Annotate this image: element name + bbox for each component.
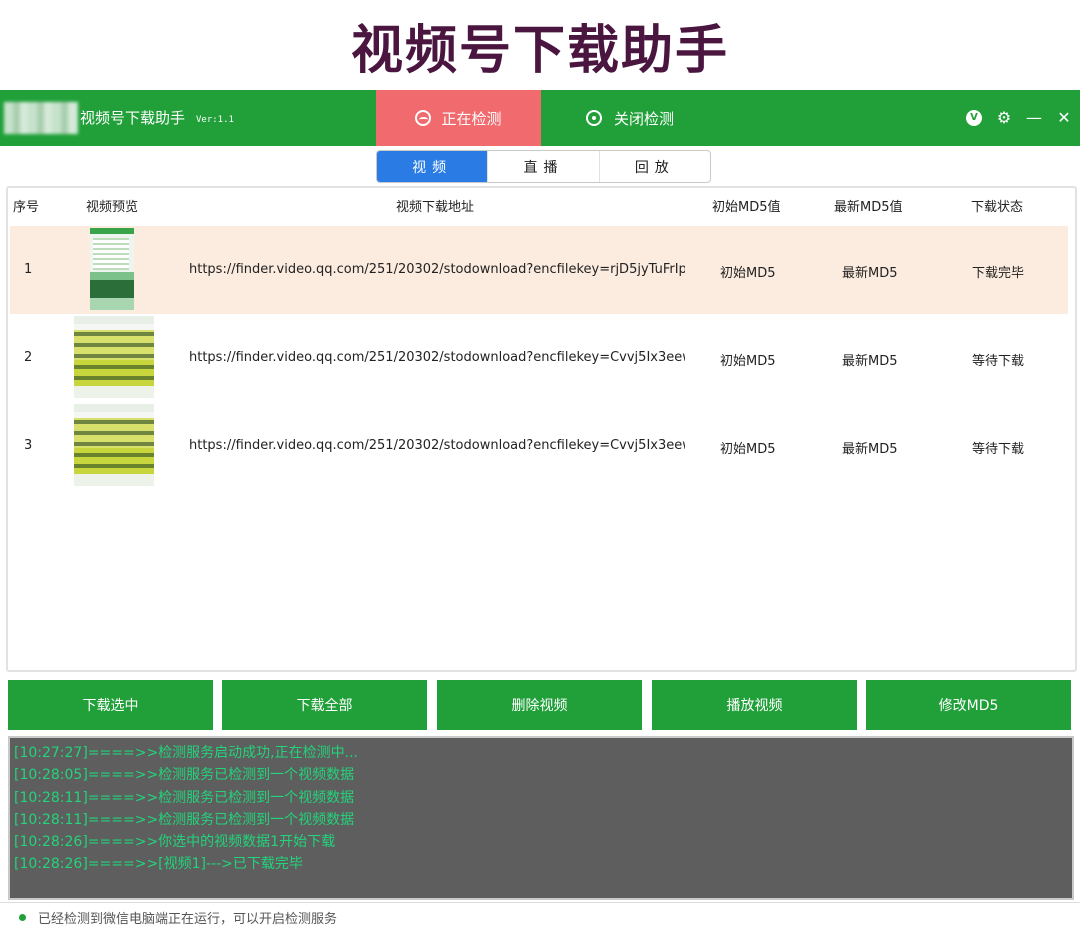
log-line: [10:28:11]====>>检测服务已检测到一个视频数据 bbox=[14, 789, 355, 806]
row-md5-initial: 初始MD5 bbox=[720, 266, 776, 281]
segment-video[interactable]: 视频 bbox=[377, 151, 489, 182]
log-line: [10:28:05]====>>检测服务已检测到一个视频数据 bbox=[14, 767, 355, 784]
table-header: 序号 视频预览 视频下载地址 初始MD5值 最新MD5值 下载状态 bbox=[8, 196, 1075, 220]
page-banner-title: 视频号下载助手 bbox=[350, 19, 729, 81]
log-line: [10:27:27]====>>检测服务启动成功,正在检测中... bbox=[14, 745, 358, 761]
app-titlebar: 视频号下载助手 Ver:1.1 正在检测 关闭检测 V ⚙ — ✕ bbox=[0, 90, 1080, 146]
tab-detecting[interactable]: 正在检测 bbox=[376, 90, 541, 146]
video-thumbnail[interactable] bbox=[74, 316, 154, 398]
download-selected-button[interactable]: 下载选中 bbox=[8, 680, 213, 730]
row-md5-initial: 初始MD5 bbox=[720, 442, 776, 457]
table-row[interactable]: 3 https://finder.video.qq.com/251/20302/… bbox=[10, 402, 1068, 490]
log-line: [10:28:26]====>>[视频1]--->已下载完毕 bbox=[14, 856, 303, 873]
header-md5-initial: 初始MD5值 bbox=[712, 200, 781, 215]
gear-icon[interactable]: ⚙ bbox=[996, 106, 1012, 130]
status-dot-icon bbox=[19, 913, 26, 921]
app-logo bbox=[4, 102, 78, 134]
stop-icon bbox=[585, 110, 602, 126]
tab-detecting-label: 正在检测 bbox=[441, 109, 502, 128]
log-line: [10:28:11]====>>检测服务已检测到一个视频数据 bbox=[14, 811, 355, 828]
status-text: 已经检测到微信电脑端正在运行，可以开启检测服务 bbox=[38, 911, 338, 927]
table-row[interactable]: 2 https://finder.video.qq.com/251/20302/… bbox=[10, 314, 1068, 402]
play-video-button[interactable]: 播放视频 bbox=[652, 680, 857, 730]
tab-stop-label: 关闭检测 bbox=[613, 109, 674, 128]
row-url: https://finder.video.qq.com/251/20302/st… bbox=[189, 438, 685, 453]
detecting-icon bbox=[415, 110, 432, 126]
row-md5-latest: 最新MD5 bbox=[842, 354, 898, 369]
minimize-icon[interactable]: — bbox=[1026, 106, 1042, 130]
video-thumbnail[interactable] bbox=[90, 228, 134, 310]
log-line: [10:28:26]====>>你选中的视频数据1开始下载 bbox=[14, 834, 336, 851]
delete-video-button[interactable]: 删除视频 bbox=[437, 680, 642, 730]
v-icon[interactable]: V bbox=[966, 110, 982, 126]
header-status: 下载状态 bbox=[971, 200, 1024, 215]
segment-replay[interactable]: 回放 bbox=[600, 151, 710, 182]
row-md5-initial: 初始MD5 bbox=[720, 354, 776, 369]
row-md5-latest: 最新MD5 bbox=[842, 266, 898, 281]
row-index: 1 bbox=[24, 262, 33, 277]
header-preview: 视频预览 bbox=[86, 200, 139, 215]
log-console[interactable]: [10:27:27]====>>检测服务启动成功,正在检测中... [10:28… bbox=[8, 736, 1074, 900]
window-controls: V ⚙ — ✕ bbox=[966, 106, 1072, 130]
header-url: 视频下载地址 bbox=[396, 200, 475, 215]
status-bar: 已经检测到微信电脑端正在运行，可以开启检测服务 bbox=[0, 902, 1080, 931]
row-index: 2 bbox=[24, 350, 33, 365]
row-status: 等待下载 bbox=[972, 442, 1025, 457]
segment-live[interactable]: 直播 bbox=[488, 151, 600, 182]
app-version: Ver:1.1 bbox=[196, 115, 234, 125]
header-md5-latest: 最新MD5值 bbox=[834, 200, 903, 215]
video-table: 序号 视频预览 视频下载地址 初始MD5值 最新MD5值 下载状态 1 http… bbox=[6, 186, 1077, 672]
row-url: https://finder.video.qq.com/251/20302/st… bbox=[189, 350, 685, 365]
header-index: 序号 bbox=[13, 200, 40, 215]
tab-stop-detection[interactable]: 关闭检测 bbox=[560, 90, 700, 146]
row-status: 等待下载 bbox=[972, 354, 1025, 369]
row-status: 下载完毕 bbox=[972, 266, 1025, 281]
modify-md5-button[interactable]: 修改MD5 bbox=[866, 680, 1071, 730]
app-name: 视频号下载助手 bbox=[80, 109, 186, 127]
video-thumbnail[interactable] bbox=[74, 404, 154, 486]
row-index: 3 bbox=[24, 438, 33, 453]
action-buttons: 下载选中 下载全部 删除视频 播放视频 修改MD5 bbox=[8, 680, 1072, 730]
media-type-segmented-control: 视频 直播 回放 bbox=[376, 150, 711, 183]
download-all-button[interactable]: 下载全部 bbox=[222, 680, 427, 730]
close-icon[interactable]: ✕ bbox=[1056, 106, 1072, 130]
row-md5-latest: 最新MD5 bbox=[842, 442, 898, 457]
table-row[interactable]: 1 https://finder.video.qq.com/251/20302/… bbox=[10, 226, 1068, 314]
row-url: https://finder.video.qq.com/251/20302/st… bbox=[189, 262, 685, 277]
